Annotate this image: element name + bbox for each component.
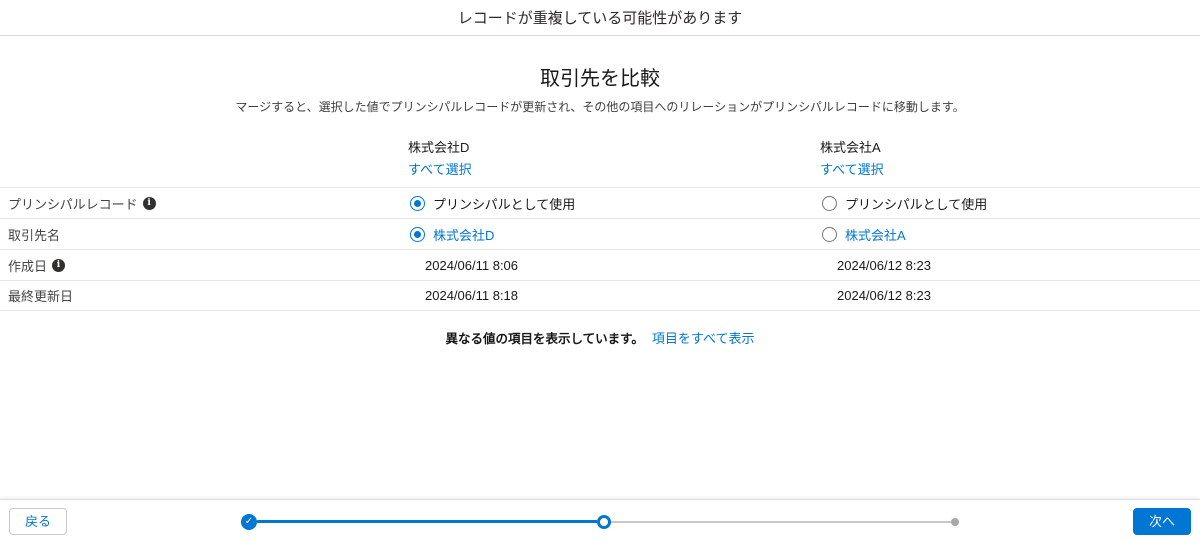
step-complete-icon: ✓ [241, 513, 257, 530]
step-current-icon [597, 514, 611, 529]
table-row-created-date: 作成日 i 2024/06/11 8:06 2024/06/12 8:23 [0, 249, 1200, 280]
note-text: 異なる値の項目を表示しています。 [445, 332, 644, 346]
progress-segment-done [257, 520, 597, 523]
progress-indicator: ✓ [241, 513, 959, 530]
row-label: 取引先名 [8, 227, 61, 243]
next-button[interactable]: 次へ [1132, 507, 1191, 536]
account-link-left[interactable]: 株式会社D [433, 225, 494, 244]
duplicate-banner-title: レコードが重複している可能性があります [457, 10, 743, 27]
row-label: プリンシパルレコード [8, 196, 138, 212]
radio-principal-right[interactable] [822, 195, 837, 211]
account-link-right[interactable]: 株式会社A [845, 225, 906, 244]
radio-name-right[interactable] [822, 226, 837, 242]
radio-principal-left[interactable] [410, 195, 425, 211]
select-all-left-link[interactable]: すべて選択 [408, 159, 472, 178]
column-headers: 株式会社D すべて選択 株式会社A すべて選択 [0, 137, 1200, 179]
back-button[interactable]: 戻る [9, 507, 68, 536]
created-date-right: 2024/06/12 8:23 [837, 257, 931, 273]
table-row-account-name: 取引先名 株式会社D 株式会社A [0, 218, 1200, 249]
record-name-right: 株式会社A [820, 140, 881, 155]
table-row-principal: プリンシパルレコード i プリンシパルとして使用 プリンシパルとして使用 [0, 187, 1200, 218]
step-upcoming-icon [951, 517, 959, 526]
page-subtitle: マージすると、選択した値でプリンシパルレコードが更新され、その他の項目へのリレー… [235, 100, 965, 114]
different-fields-note: 異なる値の項目を表示しています。 項目をすべて表示 [0, 328, 1200, 347]
row-label: 最終更新日 [8, 289, 74, 304]
show-all-fields-link[interactable]: 項目をすべて表示 [652, 331, 755, 346]
radio-label: プリンシパルとして使用 [845, 196, 988, 212]
row-label: 作成日 [8, 258, 48, 274]
compare-panel: 取引先を比較 マージすると、選択した値でプリンシパルレコードが更新され、その他の… [0, 36, 1200, 499]
page-title: 取引先を比較 [540, 68, 660, 90]
compare-table: プリンシパルレコード i プリンシパルとして使用 プリンシパルとして使用 取引先… [0, 187, 1200, 311]
duplicate-banner: レコードが重複している可能性があります [0, 0, 1200, 36]
progress-segment-todo [611, 520, 951, 523]
info-icon[interactable]: i [142, 196, 156, 210]
radio-label: プリンシパルとして使用 [433, 196, 576, 212]
select-all-right-link[interactable]: すべて選択 [820, 159, 884, 178]
column-header-left: 株式会社D すべて選択 [400, 137, 812, 179]
modified-date-left: 2024/06/11 8:18 [425, 288, 519, 303]
created-date-left: 2024/06/11 8:06 [425, 257, 519, 273]
info-icon[interactable]: i [52, 258, 66, 272]
column-header-right: 株式会社A すべて選択 [812, 137, 1200, 179]
record-name-left: 株式会社D [408, 140, 470, 155]
radio-name-left[interactable] [410, 226, 425, 242]
footer-bar: 戻る ✓ 次へ [0, 499, 1200, 543]
modified-date-right: 2024/06/12 8:23 [837, 288, 931, 303]
table-row-last-modified: 最終更新日 2024/06/11 8:18 2024/06/12 8:23 [0, 280, 1200, 311]
